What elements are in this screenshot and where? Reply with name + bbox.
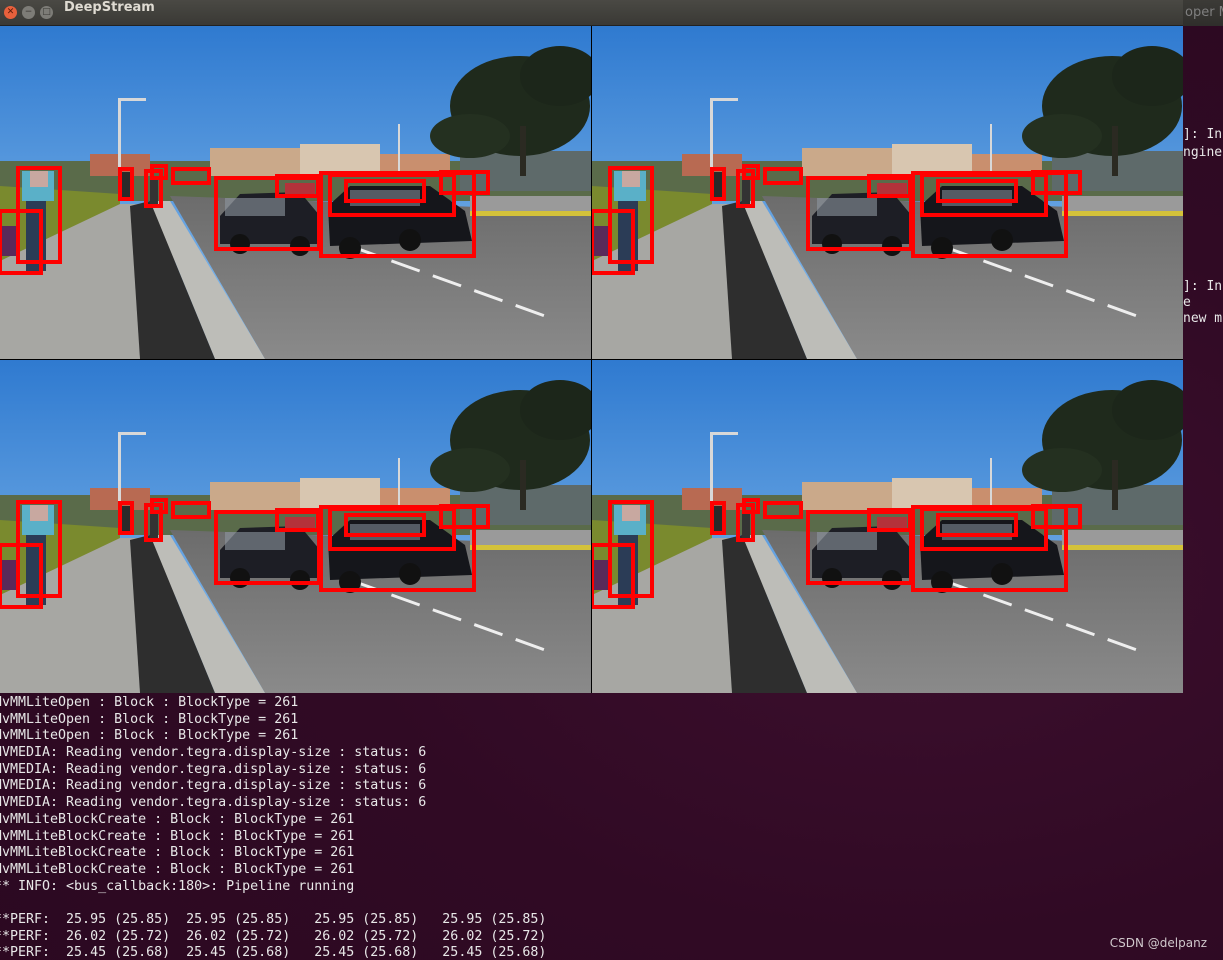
- video-frame-1: [592, 26, 1183, 359]
- terminal-line: NvMMLiteBlockCreate : Block : BlockType …: [0, 845, 355, 861]
- deepstream-window[interactable]: ✕ − □ DeepStream: [0, 0, 1183, 693]
- terminal-fragment: ]: In: [1183, 127, 1223, 142]
- terminal-line: **PERF: 25.95 (25.85) 25.95 (25.85) 25.9…: [0, 911, 547, 927]
- close-icon[interactable]: ✕: [4, 6, 17, 19]
- window-titlebar[interactable]: ✕ − □ DeepStream: [0, 0, 1183, 26]
- video-tile-2: [0, 360, 591, 693]
- terminal-right-edge: ]: In ngine ]: In e new m: [1183, 26, 1223, 696]
- terminal-line: NvMMLiteBlockCreate : Block : BlockType …: [0, 811, 355, 827]
- window-title: DeepStream: [64, 0, 155, 15]
- terminal-line: **PERF: 25.45 (25.68) 25.45 (25.68) 25.4…: [0, 945, 547, 960]
- terminal-fragment: ]: In: [1183, 279, 1223, 294]
- terminal-line: NVMEDIA: Reading vendor.tegra.display-si…: [0, 778, 427, 794]
- video-tile-0: [0, 26, 591, 359]
- terminal-line: NVMEDIA: Reading vendor.tegra.display-si…: [0, 745, 427, 761]
- terminal-line: ** INFO: <bus_callback:180>: Pipeline ru…: [0, 878, 355, 894]
- terminal-line: NvMMLiteBlockCreate : Block : BlockType …: [0, 861, 355, 877]
- terminal-fragment: new m: [1183, 311, 1223, 326]
- terminal-line: **PERF: 26.02 (25.72) 26.02 (25.72) 26.0…: [0, 928, 547, 944]
- terminal-titlebar: oper M: [1183, 0, 1223, 26]
- maximize-icon[interactable]: □: [40, 6, 53, 19]
- video-tile-3: [592, 360, 1183, 693]
- video-frame-3: [592, 360, 1183, 693]
- video-frame-2: [0, 360, 591, 693]
- terminal-line: NVMEDIA: Reading vendor.tegra.display-si…: [0, 795, 427, 811]
- minimize-icon[interactable]: −: [22, 6, 35, 19]
- terminal-line: NvMMLiteOpen : Block : BlockType = 261: [0, 695, 299, 710]
- video-tile-1: [592, 26, 1183, 359]
- terminal-line: NVMEDIA: Reading vendor.tegra.display-si…: [0, 761, 427, 777]
- terminal-line: NvMMLiteOpen : Block : BlockType = 261: [0, 728, 299, 744]
- terminal-fragment: e: [1183, 295, 1191, 310]
- video-grid: [0, 26, 1183, 693]
- terminal-line: NvMMLiteOpen : Block : BlockType = 261: [0, 711, 299, 727]
- terminal-output[interactable]: NvMMLiteOpen : Block : BlockType = 261 Nv…: [0, 695, 1223, 960]
- video-frame-0: [0, 26, 591, 359]
- terminal-fragment: ngine: [1183, 145, 1223, 160]
- watermark-text: CSDN @delpanz: [1109, 936, 1207, 950]
- terminal-line: NvMMLiteBlockCreate : Block : BlockType …: [0, 828, 355, 844]
